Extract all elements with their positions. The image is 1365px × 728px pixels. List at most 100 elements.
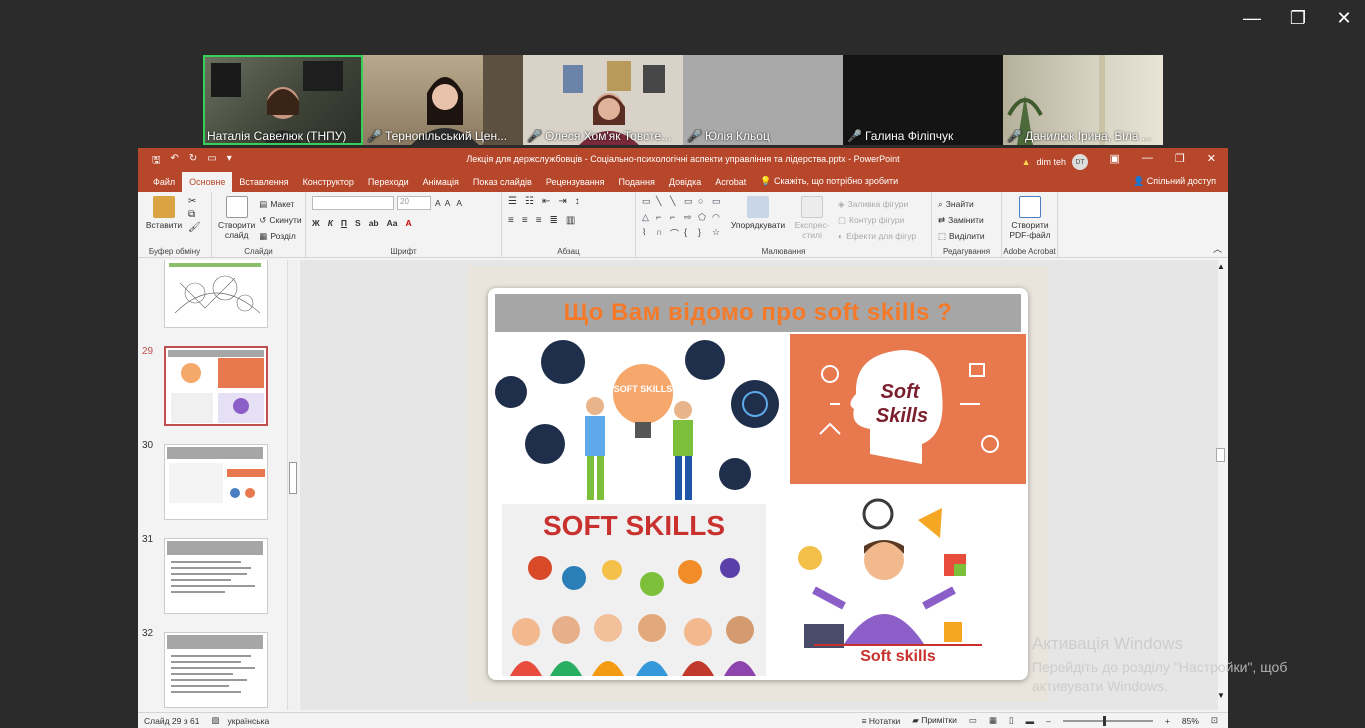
quick-styles-icon xyxy=(801,196,823,218)
scrollbar-thumb[interactable] xyxy=(289,462,297,494)
collapse-ribbon-icon[interactable]: ︿ xyxy=(1213,242,1222,255)
decrease-indent-icon[interactable]: ⇤ xyxy=(542,196,550,207)
numbering-icon[interactable]: ☷ xyxy=(525,196,534,207)
shapes-gallery[interactable]: ▭ ╲ ╲ ▭ ○ ▭ △ ⌐ ⌐ ⇨ ⬠ ◠ ⌇ ∩ ⌒{} ☆ xyxy=(642,196,724,243)
shrink-font-icon[interactable]: A xyxy=(445,198,451,208)
restore-button[interactable]: ❐ xyxy=(1289,8,1307,29)
tab-home[interactable]: Основне xyxy=(182,172,233,192)
language-indicator[interactable]: українська xyxy=(227,716,269,726)
strikethrough-button[interactable]: S xyxy=(355,218,361,228)
reading-view-icon[interactable]: ▯ xyxy=(1009,715,1014,726)
layout-button[interactable]: ▤ Макет xyxy=(259,196,301,212)
share-button[interactable]: 👤 Спільний доступ xyxy=(1133,176,1216,187)
char-spacing-button[interactable]: ab xyxy=(369,218,379,228)
tab-acrobat[interactable]: Acrobat xyxy=(708,177,753,192)
arrange-button[interactable]: Упорядкувати xyxy=(730,196,786,243)
zoom-in-icon[interactable]: + xyxy=(1165,716,1170,726)
zoom-level[interactable]: 85% xyxy=(1182,716,1199,726)
ribbon-display-icon[interactable]: ▣ xyxy=(1110,152,1120,165)
bullets-icon[interactable]: ☰ xyxy=(508,196,517,207)
copy-icon[interactable]: ⧉ xyxy=(188,209,201,220)
participant-tile[interactable]: Наталія Савелюк (ТНПУ) xyxy=(203,55,363,145)
muted-mic-icon: 🎤 xyxy=(527,129,542,143)
spellcheck-icon[interactable]: ▨ xyxy=(211,715,219,726)
font-color-button[interactable]: A xyxy=(406,218,412,228)
thumbnails-scrollbar[interactable] xyxy=(288,260,298,710)
underline-button[interactable]: П xyxy=(341,218,347,228)
shape-fill-button[interactable]: ◈ Заливка фігури xyxy=(838,196,916,212)
shape-effects-button[interactable]: ◐ Ефекти для фігур xyxy=(838,228,916,244)
align-center-icon[interactable]: ≡ xyxy=(522,215,528,226)
bold-button[interactable]: Ж xyxy=(312,218,320,228)
slide-thumbnail[interactable] xyxy=(164,632,268,708)
select-button[interactable]: ⬚ Виділити xyxy=(938,228,995,244)
cut-icon[interactable]: ✂ xyxy=(188,196,201,207)
shape-outline-button[interactable]: ▢ Контур фігури xyxy=(838,212,916,228)
font-size-input[interactable]: 20 xyxy=(397,196,431,210)
minimize-button[interactable]: — xyxy=(1243,8,1261,29)
scroll-up-arrow[interactable]: ▲ xyxy=(1217,262,1225,271)
clear-format-icon[interactable]: A xyxy=(456,198,462,208)
columns-icon[interactable]: ▥ xyxy=(566,215,575,226)
tab-view[interactable]: Подання xyxy=(612,177,662,192)
participant-name: 🎤 Галина Філіпчук xyxy=(847,129,954,143)
notes-button[interactable]: ≡ Нотатки xyxy=(862,716,901,726)
tab-slideshow[interactable]: Показ слайдів xyxy=(466,177,539,192)
select-icon: ⬚ xyxy=(938,230,947,241)
tab-insert[interactable]: Вставлення xyxy=(232,177,295,192)
tell-me-search[interactable]: 💡 Скажіть, що потрібно зробити xyxy=(753,176,905,192)
participant-tile[interactable]: 🎤 Тернопільський Цен... xyxy=(363,55,523,145)
slides-label: Слайди xyxy=(244,247,273,256)
pp-close-button[interactable]: ✕ xyxy=(1207,152,1216,165)
font-name-input[interactable] xyxy=(312,196,394,210)
italic-button[interactable]: К xyxy=(328,218,333,228)
people-lightbulb-image: SOFT SKILLS xyxy=(495,340,779,500)
sorter-view-icon[interactable]: ▦ xyxy=(989,715,997,726)
find-button[interactable]: ⌕ Знайти xyxy=(938,196,995,212)
tab-review[interactable]: Рецензування xyxy=(539,177,612,192)
tab-transitions[interactable]: Переходи xyxy=(361,177,416,192)
tab-help[interactable]: Довідка xyxy=(662,177,708,192)
zoom-slider[interactable] xyxy=(1062,715,1153,726)
normal-view-icon[interactable]: ▭ xyxy=(969,715,977,726)
section-button[interactable]: ▦ Розділ xyxy=(259,228,301,244)
tab-animations[interactable]: Анімація xyxy=(416,177,466,192)
format-painter-icon[interactable]: 🖌 xyxy=(188,222,201,233)
user-account[interactable]: ▲ dim teh DT xyxy=(1022,154,1088,170)
fit-to-window-icon[interactable]: ⊡ xyxy=(1211,715,1218,726)
pp-minimize-button[interactable]: — xyxy=(1142,152,1153,165)
change-case-button[interactable]: Aa xyxy=(387,218,398,228)
grow-font-icon[interactable]: A xyxy=(435,198,441,208)
reset-button[interactable]: ↺ Скинути xyxy=(259,212,301,228)
new-slide-button[interactable]: Створити слайд xyxy=(218,196,255,243)
replace-button[interactable]: ⇄ Замінити xyxy=(938,212,995,228)
slideshow-view-icon[interactable]: ▬ xyxy=(1026,716,1035,726)
line-spacing-icon[interactable]: ↕ xyxy=(575,196,580,207)
close-button[interactable]: ✕ xyxy=(1335,8,1353,29)
tab-design[interactable]: Конструктор xyxy=(296,177,361,192)
editor-scroll-thumb[interactable] xyxy=(1216,448,1225,462)
pp-restore-button[interactable]: ❐ xyxy=(1175,152,1185,165)
thumbnail-number: 29 xyxy=(142,346,154,357)
participant-tile[interactable]: 🎤 Галина Філіпчук xyxy=(843,55,1003,145)
justify-icon[interactable]: ≣ xyxy=(550,215,558,226)
zoom-out-icon[interactable]: – xyxy=(1046,716,1051,726)
align-left-icon[interactable]: ≡ xyxy=(508,215,514,226)
align-right-icon[interactable]: ≡ xyxy=(536,215,542,226)
paste-button[interactable]: Вставити xyxy=(144,196,184,233)
participant-tile[interactable]: 🎤 Юлія Кльоц xyxy=(683,55,843,145)
quick-styles-button[interactable]: Експрес-стилі xyxy=(792,196,832,243)
zoom-slider-thumb[interactable] xyxy=(1102,715,1106,726)
participant-tile[interactable]: 🎤 Олеся Хом'як Товсте... xyxy=(523,55,683,145)
slide-thumbnail-selected[interactable] xyxy=(164,346,268,426)
slide-thumbnail[interactable] xyxy=(164,444,268,520)
comments-button[interactable]: ▰ Примітки xyxy=(912,715,957,726)
current-slide[interactable]: Що Вам відомо про soft skills ? SOFT SKI… xyxy=(488,288,1028,680)
new-slide-icon xyxy=(225,196,248,218)
slide-thumbnail[interactable] xyxy=(164,260,268,328)
create-pdf-button[interactable]: Створити PDF-файл xyxy=(1008,196,1052,240)
tab-file[interactable]: Файл xyxy=(146,177,182,192)
slide-thumbnail[interactable] xyxy=(164,538,268,614)
participant-tile[interactable]: 🎤 Данилюк Ірина, Біла ... xyxy=(1003,55,1163,145)
increase-indent-icon[interactable]: ⇥ xyxy=(558,196,566,207)
